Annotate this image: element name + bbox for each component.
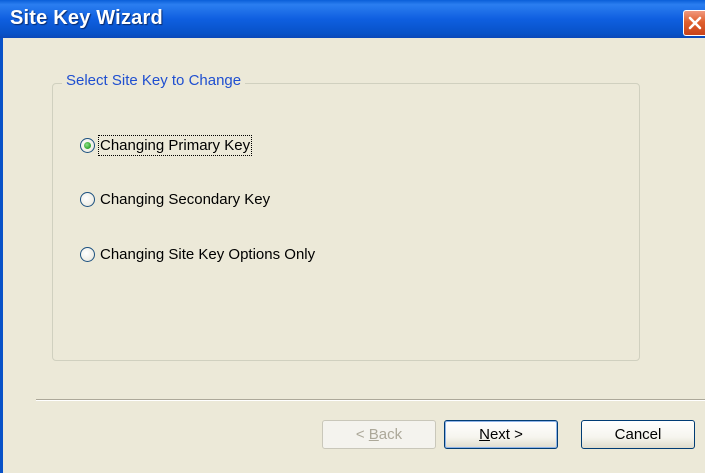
- option-label: Changing Primary Key: [97, 135, 253, 156]
- next-button-rest: ext >: [489, 426, 523, 443]
- site-key-groupbox: [52, 83, 640, 361]
- option-changing-secondary-key[interactable]: Changing Secondary Key: [80, 191, 270, 208]
- next-button-mnemonic: N: [479, 426, 490, 443]
- radio-unchecked-icon[interactable]: [80, 247, 95, 262]
- cancel-button[interactable]: Cancel: [581, 420, 695, 449]
- back-button-prefix: <: [355, 426, 369, 443]
- option-label: Changing Site Key Options Only: [100, 246, 316, 263]
- window-title: Site Key Wizard: [10, 7, 163, 29]
- radio-unchecked-icon[interactable]: [80, 192, 95, 207]
- footer-separator: [36, 399, 705, 401]
- title-bar[interactable]: Site Key Wizard: [0, 0, 705, 38]
- option-changing-primary-key[interactable]: Changing Primary Key: [80, 135, 253, 156]
- cancel-button-label: Cancel: [614, 426, 662, 443]
- groupbox-legend: Select Site Key to Change: [62, 72, 246, 89]
- back-button-rest: ack: [378, 426, 403, 443]
- back-button[interactable]: < Back: [322, 420, 436, 449]
- back-button-mnemonic: B: [368, 426, 379, 443]
- site-key-wizard-window: Site Key Wizard Select Site Key to Chang…: [0, 0, 705, 473]
- next-button[interactable]: Next >: [444, 420, 558, 449]
- radio-checked-icon[interactable]: [80, 138, 95, 153]
- close-icon: [688, 16, 702, 30]
- window-left-border: [0, 38, 3, 473]
- option-label: Changing Secondary Key: [100, 191, 271, 208]
- option-changing-site-key-options-only[interactable]: Changing Site Key Options Only: [80, 246, 315, 263]
- close-button[interactable]: [683, 10, 705, 36]
- dialog-body: Select Site Key to Change Changing Prima…: [0, 38, 705, 473]
